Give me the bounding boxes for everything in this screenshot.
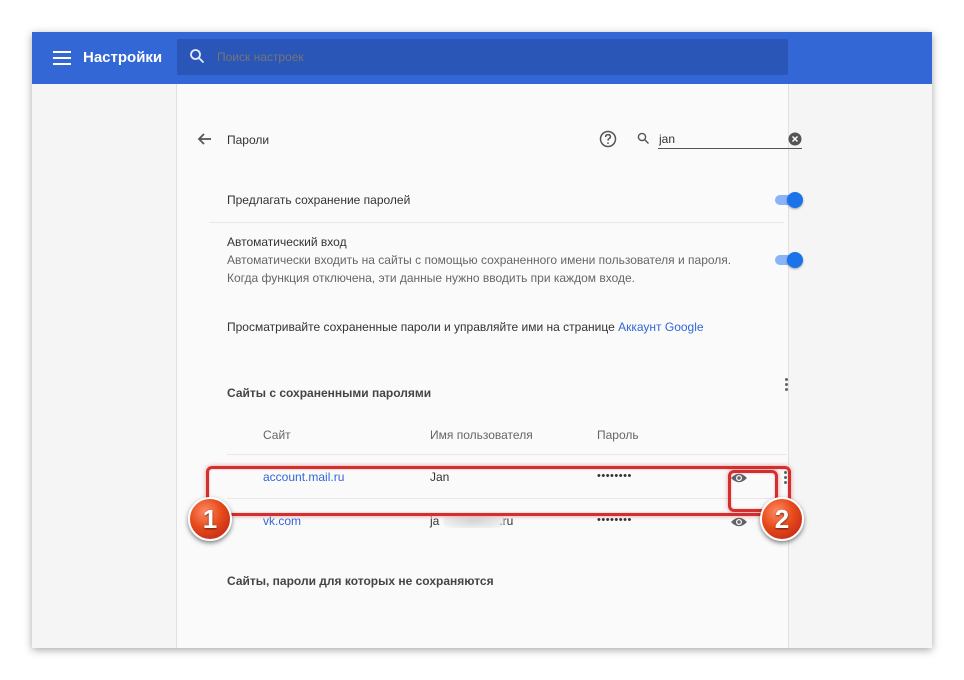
auto-signin-desc-line1: Автоматически входить на сайты с помощью…: [227, 253, 732, 267]
passwords-card: Пароли Предлагать сохранение паролей Авт…: [176, 84, 803, 648]
column-header-site: Сайт: [263, 428, 291, 442]
column-header-password: Пароль: [597, 428, 639, 442]
back-arrow-icon[interactable]: [195, 129, 215, 149]
divider: [209, 222, 784, 223]
manage-passwords-text: Просматривайте сохраненные пароли и упра…: [227, 320, 704, 334]
settings-window: Настройки Пароли: [32, 32, 932, 648]
settings-search-box[interactable]: [177, 39, 788, 75]
search-icon: [190, 49, 204, 63]
username-prefix: ja: [430, 514, 440, 528]
app-title: Настройки: [83, 49, 163, 66]
auto-signin-title: Автоматический вход: [227, 235, 347, 249]
auto-signin-desc-line2: Когда функция отключена, эти данные нужн…: [227, 271, 635, 285]
step-badge-1: 1: [188, 497, 232, 541]
step-badge-2: 2: [760, 497, 804, 541]
offer-to-save-label: Предлагать сохранение паролей: [227, 193, 411, 207]
divider: [227, 454, 787, 455]
page-title: Пароли: [227, 133, 270, 147]
google-account-link[interactable]: Аккаунт Google: [618, 320, 703, 334]
settings-search-input[interactable]: [217, 47, 737, 67]
menu-icon[interactable]: [53, 51, 71, 65]
blurred-username-area: [443, 514, 505, 528]
password-filter-input[interactable]: [658, 129, 802, 149]
column-header-username: Имя пользователя: [430, 428, 533, 442]
help-icon[interactable]: [599, 130, 617, 148]
filter-search-icon: [637, 132, 649, 144]
top-app-bar: Настройки: [32, 32, 932, 84]
clear-icon[interactable]: [788, 132, 802, 146]
auto-signin-toggle[interactable]: [773, 252, 803, 268]
manage-passwords-label: Просматривайте сохраненные пароли и упра…: [227, 320, 615, 334]
eye-icon[interactable]: [730, 516, 748, 528]
never-saved-heading: Сайты, пароли для которых не сохраняются: [227, 574, 494, 588]
saved-passwords-heading: Сайты с сохраненными паролями: [227, 386, 432, 400]
row-highlight-box: [206, 466, 791, 516]
offer-to-save-toggle[interactable]: [773, 192, 803, 208]
saved-site-link[interactable]: vk.com: [263, 514, 301, 528]
more-vert-icon[interactable]: [785, 378, 789, 392]
